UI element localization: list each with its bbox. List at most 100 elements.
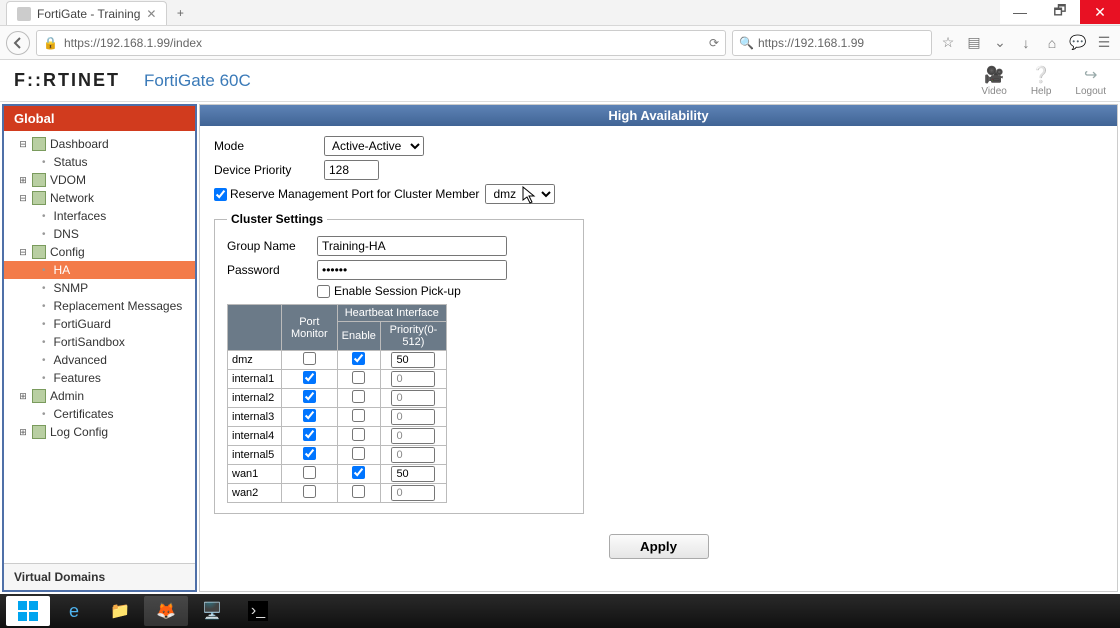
- col-priority: Priority(0-512): [380, 322, 446, 351]
- password-input[interactable]: [317, 260, 507, 280]
- menu-icon[interactable]: ☰: [1094, 33, 1114, 53]
- search-input[interactable]: [758, 36, 925, 50]
- apply-button[interactable]: Apply: [609, 534, 709, 559]
- port-monitor-checkbox[interactable]: [303, 428, 316, 441]
- sidebar-item-label: Log Config: [50, 425, 108, 439]
- sidebar-item-admin[interactable]: ⊞Admin: [4, 387, 195, 405]
- heartbeat-enable-checkbox[interactable]: [352, 352, 365, 365]
- sidebar-item-interfaces[interactable]: •Interfaces: [4, 207, 195, 225]
- heartbeat-enable-checkbox[interactable]: [352, 485, 365, 498]
- taskbar: e 📁 🦊 🖥️ ›_: [0, 594, 1120, 628]
- heartbeat-enable-checkbox[interactable]: [352, 371, 365, 384]
- heartbeat-enable-checkbox[interactable]: [352, 428, 365, 441]
- heartbeat-enable-checkbox[interactable]: [352, 466, 365, 479]
- tab-close-icon[interactable]: ✕: [146, 7, 156, 21]
- reserve-mgmt-checkbox[interactable]: [214, 188, 227, 201]
- sidebar-item-snmp[interactable]: •SNMP: [4, 279, 195, 297]
- mode-select[interactable]: Active-Active: [324, 136, 424, 156]
- group-name-input[interactable]: [317, 236, 507, 256]
- browser-tab-bar: FortiGate - Training ✕ +: [0, 0, 1120, 26]
- sidebar-item-fortisandbox[interactable]: •FortiSandbox: [4, 333, 195, 351]
- sidebar-footer[interactable]: Virtual Domains: [4, 563, 195, 590]
- home-icon[interactable]: ⌂: [1042, 33, 1062, 53]
- browser-tab[interactable]: FortiGate - Training ✕: [6, 1, 167, 25]
- downloads-icon[interactable]: ↓: [1016, 33, 1036, 53]
- window-close-button[interactable]: ✕: [1080, 0, 1120, 24]
- reserve-mgmt-port-select[interactable]: dmz: [485, 184, 555, 204]
- nav-back-button[interactable]: [6, 31, 30, 55]
- expand-icon[interactable]: ⊞: [18, 391, 28, 402]
- heartbeat-priority-input[interactable]: [391, 485, 435, 501]
- url-field[interactable]: 🔒 ⟳: [36, 30, 726, 56]
- sidebar-item-label: Status: [54, 155, 88, 169]
- port-monitor-checkbox[interactable]: [303, 352, 316, 365]
- reserve-mgmt-label: Reserve Management Port for Cluster Memb…: [230, 187, 479, 201]
- expand-icon[interactable]: ⊞: [18, 175, 28, 186]
- collapse-icon[interactable]: ⊟: [18, 247, 28, 258]
- heartbeat-enable-checkbox[interactable]: [352, 447, 365, 460]
- taskbar-app1-icon[interactable]: 🖥️: [190, 596, 234, 626]
- table-row: internal1: [228, 370, 447, 389]
- browser-toolbar: 🔒 ⟳ 🔍 ☆ ▤ ⌄ ↓ ⌂ 💬 ☰: [0, 26, 1120, 60]
- port-monitor-checkbox[interactable]: [303, 447, 316, 460]
- sidebar-item-features[interactable]: •Features: [4, 369, 195, 387]
- reload-icon[interactable]: ⟳: [709, 36, 719, 50]
- header-logout-button[interactable]: ↪ Logout: [1075, 65, 1106, 97]
- heartbeat-table: Port Monitor Heartbeat Interface Enable …: [227, 304, 447, 503]
- sidebar-item-fortiguard[interactable]: •FortiGuard: [4, 315, 195, 333]
- collapse-icon[interactable]: ⊟: [18, 193, 28, 204]
- window-minimize-button[interactable]: —: [1000, 0, 1040, 24]
- header-help-button[interactable]: ❔ Help: [1031, 65, 1052, 97]
- sidebar-item-config[interactable]: ⊟ Config: [4, 243, 195, 261]
- sidebar-item-status[interactable]: •Status: [4, 153, 195, 171]
- sidebar-item-replacement-messages[interactable]: •Replacement Messages: [4, 297, 195, 315]
- library-icon[interactable]: ▤: [964, 33, 984, 53]
- sidebar-item-label: Config: [50, 245, 85, 259]
- chat-icon[interactable]: 💬: [1068, 33, 1088, 53]
- mode-label: Mode: [214, 139, 324, 153]
- folder-icon: [32, 245, 46, 259]
- sidebar-item-advanced[interactable]: •Advanced: [4, 351, 195, 369]
- heartbeat-priority-input[interactable]: [391, 466, 435, 482]
- port-monitor-checkbox[interactable]: [303, 485, 316, 498]
- pocket-icon[interactable]: ⌄: [990, 33, 1010, 53]
- heartbeat-enable-checkbox[interactable]: [352, 390, 365, 403]
- heartbeat-enable-checkbox[interactable]: [352, 409, 365, 422]
- taskbar-firefox-icon[interactable]: 🦊: [144, 596, 188, 626]
- taskbar-ie-icon[interactable]: e: [52, 596, 96, 626]
- port-monitor-checkbox[interactable]: [303, 371, 316, 384]
- heartbeat-priority-input[interactable]: [391, 390, 435, 406]
- port-monitor-checkbox[interactable]: [303, 409, 316, 422]
- sidebar-item-dashboard[interactable]: ⊟Dashboard: [4, 135, 195, 153]
- header-video-button[interactable]: 🎥 Video: [981, 65, 1006, 97]
- sidebar-item-network[interactable]: ⊟Network: [4, 189, 195, 207]
- heartbeat-priority-input[interactable]: [391, 352, 435, 368]
- port-monitor-checkbox[interactable]: [303, 390, 316, 403]
- url-input[interactable]: [64, 36, 703, 50]
- taskbar-file-explorer-icon[interactable]: 📁: [98, 596, 142, 626]
- sidebar-item-vdom[interactable]: ⊞VDOM: [4, 171, 195, 189]
- tab-title: FortiGate - Training: [37, 7, 140, 21]
- sidebar-item-label: FortiGuard: [54, 317, 111, 331]
- sidebar-item-certificates[interactable]: •Certificates: [4, 405, 195, 423]
- device-priority-input[interactable]: [324, 160, 379, 180]
- expand-icon[interactable]: ⊞: [18, 427, 28, 438]
- cluster-settings-legend: Cluster Settings: [227, 212, 327, 226]
- bookmark-star-icon[interactable]: ☆: [938, 33, 958, 53]
- session-pickup-checkbox[interactable]: [317, 285, 330, 298]
- taskbar-start-button[interactable]: [6, 596, 50, 626]
- sidebar-item-log-config[interactable]: ⊞ Log Config: [4, 423, 195, 441]
- sidebar-item-ha[interactable]: •HA: [4, 261, 195, 279]
- heartbeat-priority-input[interactable]: [391, 447, 435, 463]
- heartbeat-priority-input[interactable]: [391, 371, 435, 387]
- search-field[interactable]: 🔍: [732, 30, 932, 56]
- sidebar-item-dns[interactable]: •DNS: [4, 225, 195, 243]
- window-restore-button[interactable]: 🗗: [1040, 0, 1080, 24]
- port-monitor-checkbox[interactable]: [303, 466, 316, 479]
- collapse-icon[interactable]: ⊟: [18, 139, 28, 150]
- taskbar-cmd-icon[interactable]: ›_: [236, 596, 280, 626]
- heartbeat-priority-input[interactable]: [391, 428, 435, 444]
- heartbeat-priority-input[interactable]: [391, 409, 435, 425]
- new-tab-button[interactable]: +: [167, 1, 193, 25]
- device-model: FortiGate 60C: [144, 71, 251, 91]
